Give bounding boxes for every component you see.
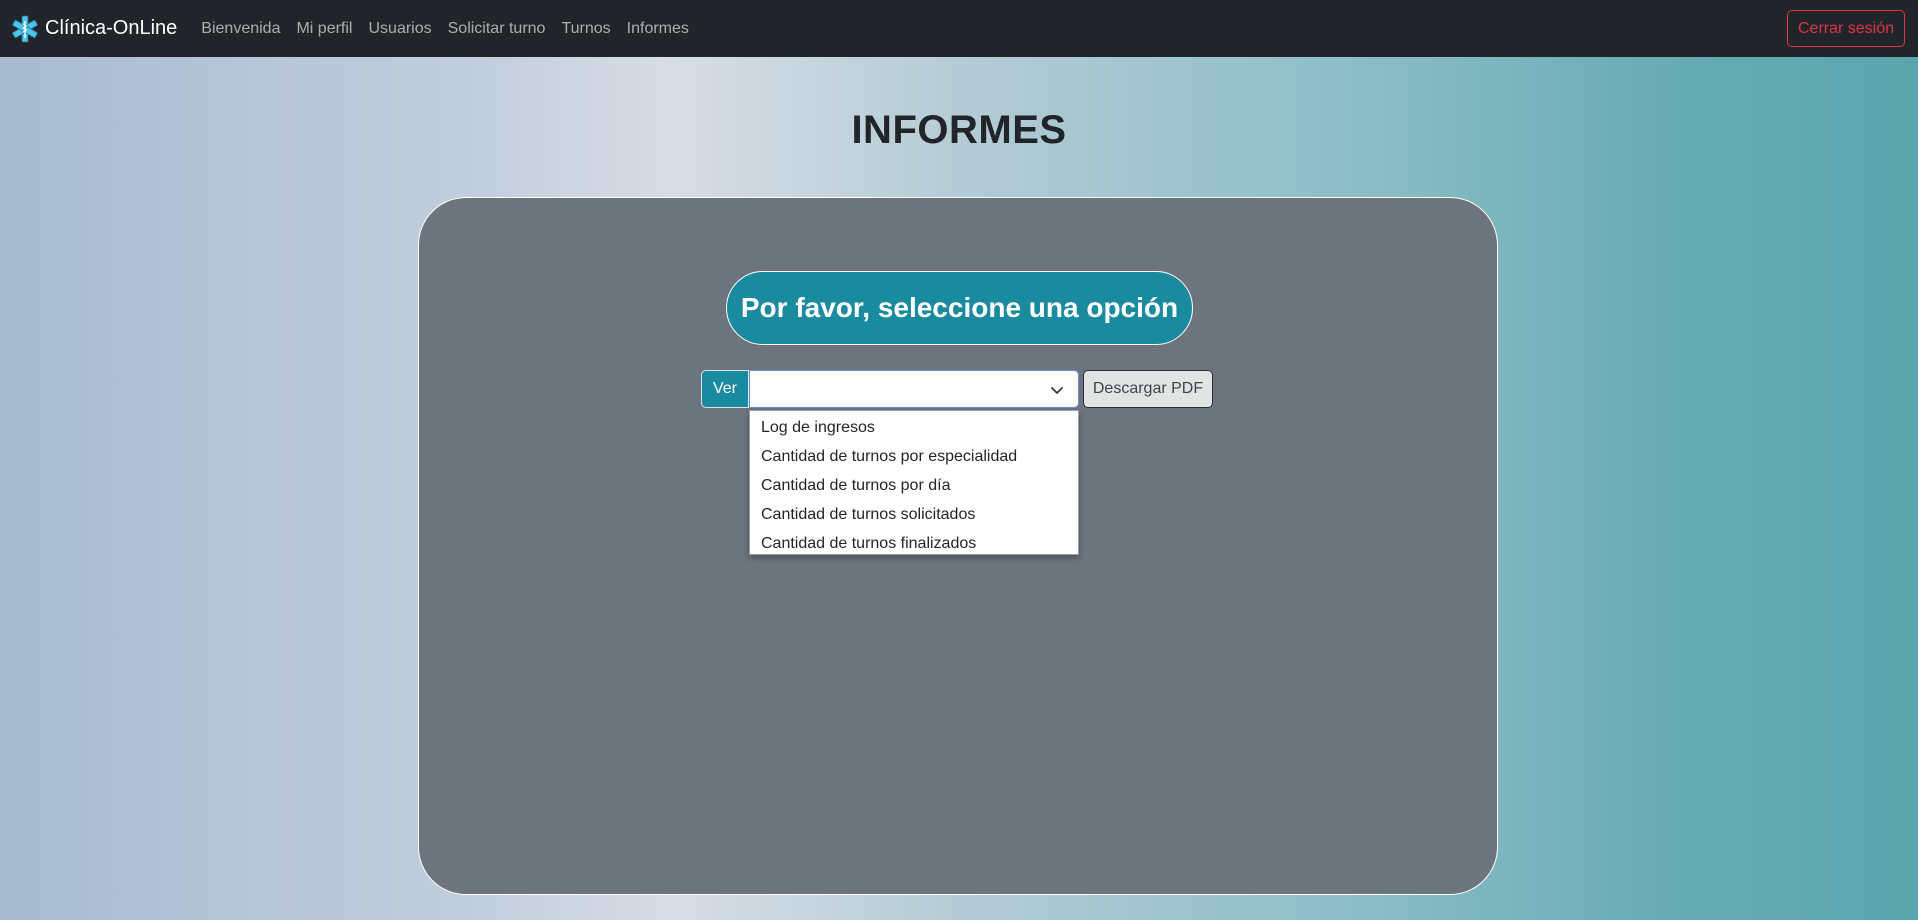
nav-link-turnos[interactable]: Turnos xyxy=(561,20,610,38)
option-turnos-por-dia[interactable]: Cantidad de turnos por día xyxy=(750,471,1078,500)
download-pdf-button[interactable]: Descargar PDF xyxy=(1083,370,1213,408)
option-turnos-por-especialidad[interactable]: Cantidad de turnos por especialidad xyxy=(750,442,1078,471)
top-navbar: Clínica-OnLine Bienvenida Mi perfil Usua… xyxy=(0,0,1918,57)
report-options-dropdown: Log de ingresos Cantidad de turnos por e… xyxy=(749,410,1079,555)
medical-star-of-life-icon xyxy=(12,15,38,42)
brand-link[interactable]: Clínica-OnLine xyxy=(9,0,201,57)
option-log-de-ingresos[interactable]: Log de ingresos xyxy=(750,413,1078,442)
report-select[interactable] xyxy=(749,370,1079,408)
select-option-prompt: Por favor, seleccione una opción xyxy=(726,271,1193,345)
brand-name: Clínica-OnLine xyxy=(45,17,178,39)
ver-button[interactable]: Ver xyxy=(701,370,749,408)
nav-link-bienvenida[interactable]: Bienvenida xyxy=(201,20,280,38)
nav-link-usuarios[interactable]: Usuarios xyxy=(368,20,431,38)
nav-link-solicitar-turno[interactable]: Solicitar turno xyxy=(448,20,546,38)
nav-link-mi-perfil[interactable]: Mi perfil xyxy=(296,20,352,38)
nav-link-informes[interactable]: Informes xyxy=(627,20,689,38)
option-turnos-finalizados[interactable]: Cantidad de turnos finalizados xyxy=(750,529,1078,558)
report-panel: Por favor, seleccione una opción Ver Des… xyxy=(418,197,1498,895)
logout-button[interactable]: Cerrar sesión xyxy=(1787,10,1905,47)
option-turnos-solicitados[interactable]: Cantidad de turnos solicitados xyxy=(750,500,1078,529)
chevron-down-icon xyxy=(1051,387,1063,394)
page-title: INFORMES xyxy=(851,108,1067,152)
